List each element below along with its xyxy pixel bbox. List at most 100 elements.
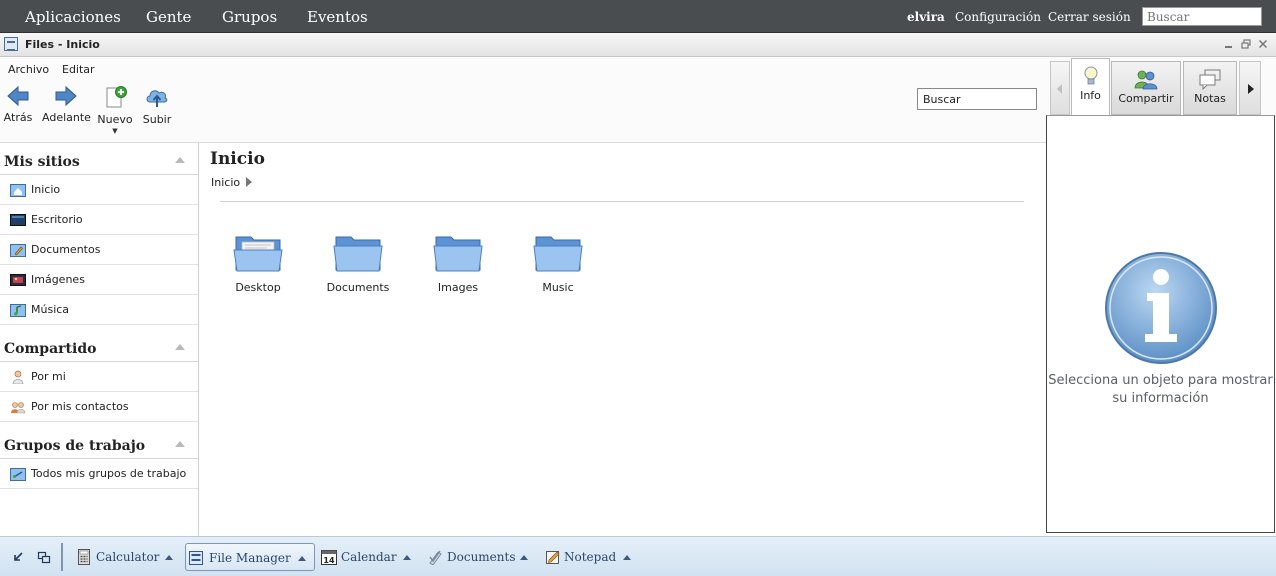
page-title: Inicio — [210, 149, 265, 169]
lightbulb-icon — [1084, 66, 1097, 85]
folder-icon — [233, 236, 283, 272]
folder-documents[interactable]: Documents — [313, 233, 403, 294]
sidebar-item-label: Por mi — [31, 370, 66, 383]
folder-icon — [433, 236, 483, 272]
minimize-icon[interactable] — [1222, 37, 1236, 51]
task-calendar[interactable]: 14 Calendar — [318, 543, 416, 571]
logout-link[interactable]: Cerrar sesión — [1048, 0, 1131, 33]
forward-button[interactable]: Adelante — [42, 85, 91, 124]
documents-icon — [429, 550, 442, 565]
taskbar: Calculator File Manager 14 Calendar Docu… — [0, 536, 1276, 576]
folder-desktop[interactable]: Desktop — [213, 233, 303, 294]
user-icon — [12, 370, 24, 384]
sidebar-item-all-workgroups[interactable]: Todos mis grupos de trabajo — [0, 459, 198, 489]
info-message: Selecciona un objeto para mostrar su inf… — [1048, 373, 1273, 406]
sidebar-item-por-mis-contactos[interactable]: Por mis contactos — [0, 392, 198, 422]
taskbar-divider — [61, 543, 63, 571]
sidebar-item-label: Música — [31, 303, 70, 316]
task-file-manager[interactable]: File Manager — [185, 543, 315, 571]
tabs-scroll-left[interactable] — [1050, 61, 1070, 115]
task-label: File Manager — [209, 551, 291, 565]
sidebar-item-escritorio[interactable]: Escritorio — [0, 205, 198, 235]
task-menu-icon[interactable] — [403, 555, 411, 560]
new-dropdown-icon[interactable]: ▼ — [97, 127, 133, 135]
folder-music[interactable]: Music — [513, 233, 603, 294]
file-manager-icon — [189, 551, 203, 565]
tab-info[interactable]: Info — [1071, 58, 1110, 116]
nav-aplicaciones[interactable]: Aplicaciones — [25, 0, 121, 33]
files-search-input[interactable] — [917, 88, 1037, 110]
section-title: Grupos de trabajo — [4, 438, 146, 454]
settings-link[interactable]: Configuración — [955, 0, 1041, 33]
tab-notas[interactable]: Notas — [1183, 61, 1237, 115]
section-workgroups[interactable]: Grupos de trabajo — [0, 429, 198, 459]
details-panel: Info Compartir Notas Selecciona un objet… — [1046, 57, 1276, 536]
collapse-icon[interactable] — [175, 157, 185, 163]
sidebar-item-label: Todos mis grupos de trabajo — [31, 467, 187, 480]
sidebar-item-imagenes[interactable]: Imágenes — [0, 265, 198, 295]
workgroups-icon — [10, 468, 26, 481]
sidebar-item-label: Documentos — [31, 243, 101, 256]
calendar-day: 14 — [323, 556, 335, 565]
nav-gente[interactable]: Gente — [146, 0, 191, 33]
chevron-right-icon — [1248, 84, 1254, 94]
close-icon[interactable] — [1256, 37, 1270, 51]
task-documents[interactable]: Documents — [425, 543, 535, 571]
restore-icon[interactable] — [1239, 37, 1253, 51]
back-button[interactable]: Atrás — [2, 85, 34, 124]
breadcrumb-inicio[interactable]: Inicio — [211, 176, 240, 189]
task-menu-icon[interactable] — [165, 555, 173, 560]
upload-button[interactable]: Subir — [140, 85, 174, 126]
file-toolbar: Archivo Editar Atrás Adelante Nuevo ▼ Su… — [0, 57, 1046, 143]
section-shared[interactable]: Compartido — [0, 332, 198, 362]
task-label: Calculator — [96, 550, 160, 564]
folder-icon — [333, 236, 383, 272]
nav-grupos[interactable]: Grupos — [222, 0, 277, 33]
collapse-icon[interactable] — [175, 344, 185, 350]
desktop-icon — [10, 214, 26, 226]
info-icon — [1105, 252, 1217, 364]
sidebar-item-inicio[interactable]: Inicio — [0, 175, 198, 205]
global-search-input[interactable] — [1142, 7, 1262, 26]
sidebar-item-por-mi[interactable]: Por mi — [0, 362, 198, 392]
tab-label: Notas — [1194, 92, 1226, 105]
new-button[interactable]: Nuevo ▼ — [97, 85, 133, 135]
folder-label: Images — [437, 281, 479, 294]
nav-eventos[interactable]: Eventos — [307, 0, 368, 33]
sidebar-item-label: Imágenes — [31, 273, 85, 286]
section-title: Compartido — [4, 341, 97, 357]
task-label: Notepad — [564, 550, 617, 564]
sidebar: Mis sitios Inicio Escritorio Documentos … — [0, 143, 199, 536]
upload-label: Subir — [142, 113, 172, 126]
cascade-windows-icon[interactable] — [37, 550, 51, 564]
window-title-bar: Files - Inicio — [0, 33, 1276, 57]
menu-editar[interactable]: Editar — [62, 63, 95, 76]
task-label: Documents — [447, 550, 516, 564]
notepad-icon — [546, 551, 560, 564]
folder-icon — [533, 236, 583, 272]
tab-compartir[interactable]: Compartir — [1111, 61, 1181, 115]
task-menu-icon[interactable] — [298, 556, 306, 561]
sidebar-item-musica[interactable]: Música — [0, 295, 198, 325]
task-label: Calendar — [341, 550, 397, 564]
file-browser: Inicio Inicio Desktop Documents Images M… — [200, 143, 1046, 536]
menu-archivo[interactable]: Archivo — [8, 63, 49, 76]
breadcrumb-arrow-icon[interactable] — [246, 177, 252, 187]
task-notepad[interactable]: Notepad — [542, 543, 636, 571]
section-my-sites[interactable]: Mis sitios — [0, 145, 198, 175]
folder-images[interactable]: Images — [413, 233, 503, 294]
folder-label: Desktop — [235, 281, 281, 294]
minimize-all-icon[interactable] — [11, 550, 25, 564]
task-calculator[interactable]: Calculator — [74, 543, 180, 571]
collapse-icon[interactable] — [175, 441, 185, 447]
sidebar-item-documentos[interactable]: Documentos — [0, 235, 198, 265]
back-arrow-icon — [7, 85, 29, 107]
task-menu-icon[interactable] — [623, 555, 631, 560]
info-panel-body: Selecciona un objeto para mostrar su inf… — [1046, 115, 1275, 533]
user-name[interactable]: elvira — [907, 0, 945, 33]
forward-label: Adelante — [42, 111, 91, 124]
folder-label: Documents — [326, 281, 390, 294]
tab-label: Info — [1080, 89, 1101, 102]
task-menu-icon[interactable] — [520, 555, 528, 560]
tabs-scroll-right[interactable] — [1239, 61, 1261, 115]
